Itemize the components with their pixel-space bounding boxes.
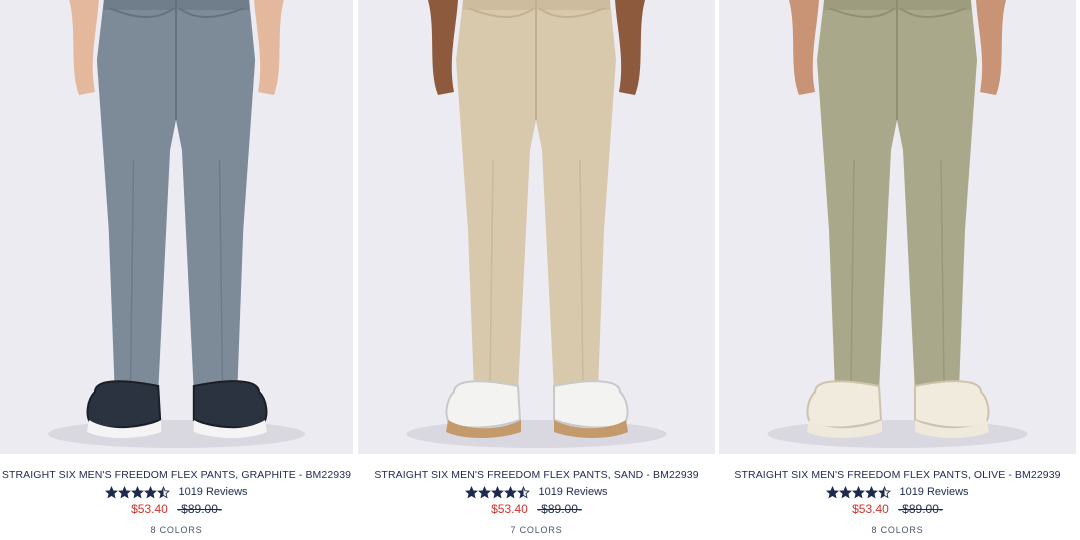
star-full-icon xyxy=(865,485,879,498)
product-title[interactable]: STRAIGHT SIX MEN'S FREEDOM FLEX PANTS, O… xyxy=(719,468,1076,482)
product-info: STRAIGHT SIX MEN'S FREEDOM FLEX PANTS, O… xyxy=(719,468,1076,535)
price-row: $53.40 -$89.00- xyxy=(358,501,715,517)
star-full-icon xyxy=(826,485,840,498)
star-full-icon xyxy=(131,485,145,498)
star-full-icon xyxy=(144,485,158,498)
product-card[interactable]: STRAIGHT SIX MEN'S FREEDOM FLEX PANTS, S… xyxy=(358,0,715,540)
review-count[interactable]: 1019 Reviews xyxy=(899,486,968,498)
star-rating xyxy=(105,485,171,499)
star-full-icon xyxy=(839,485,853,498)
star-full-icon xyxy=(491,485,505,498)
star-full-icon xyxy=(465,485,479,498)
rating-row[interactable]: 1019 Reviews xyxy=(0,484,353,500)
star-half-icon xyxy=(517,485,531,498)
star-half-icon xyxy=(878,485,892,498)
star-rating xyxy=(465,485,531,499)
pants-photo xyxy=(0,0,353,454)
star-full-icon xyxy=(478,485,492,498)
product-title[interactable]: STRAIGHT SIX MEN'S FREEDOM FLEX PANTS, S… xyxy=(358,468,715,482)
star-full-icon xyxy=(118,485,132,498)
original-price: -$89.00- xyxy=(537,502,582,516)
review-count[interactable]: 1019 Reviews xyxy=(178,486,247,498)
product-image[interactable] xyxy=(358,0,715,454)
star-rating xyxy=(826,485,892,499)
pants-photo xyxy=(719,0,1076,454)
star-full-icon xyxy=(852,485,866,498)
original-price: -$89.00- xyxy=(898,502,943,516)
rating-row[interactable]: 1019 Reviews xyxy=(719,484,1076,500)
sale-price: $53.40 xyxy=(491,502,528,516)
original-price: -$89.00- xyxy=(177,502,222,516)
color-count[interactable]: 8 COLORS xyxy=(719,525,1076,535)
product-grid: STRAIGHT SIX MEN'S FREEDOM FLEX PANTS, G… xyxy=(0,0,1080,540)
star-half-icon xyxy=(157,485,171,498)
pants-photo xyxy=(358,0,715,454)
price-row: $53.40 -$89.00- xyxy=(719,501,1076,517)
star-full-icon xyxy=(105,485,119,498)
product-card[interactable]: STRAIGHT SIX MEN'S FREEDOM FLEX PANTS, G… xyxy=(0,0,353,540)
product-info: STRAIGHT SIX MEN'S FREEDOM FLEX PANTS, G… xyxy=(0,468,353,535)
price-row: $53.40 -$89.00- xyxy=(0,501,353,517)
sale-price: $53.40 xyxy=(131,502,168,516)
product-card[interactable]: STRAIGHT SIX MEN'S FREEDOM FLEX PANTS, O… xyxy=(719,0,1076,540)
review-count[interactable]: 1019 Reviews xyxy=(538,486,607,498)
rating-row[interactable]: 1019 Reviews xyxy=(358,484,715,500)
product-image[interactable] xyxy=(0,0,353,454)
sale-price: $53.40 xyxy=(852,502,889,516)
product-info: STRAIGHT SIX MEN'S FREEDOM FLEX PANTS, S… xyxy=(358,468,715,535)
color-count[interactable]: 7 COLORS xyxy=(358,525,715,535)
star-full-icon xyxy=(504,485,518,498)
product-title[interactable]: STRAIGHT SIX MEN'S FREEDOM FLEX PANTS, G… xyxy=(0,468,353,482)
color-count[interactable]: 8 COLORS xyxy=(0,525,353,535)
product-image[interactable] xyxy=(719,0,1076,454)
